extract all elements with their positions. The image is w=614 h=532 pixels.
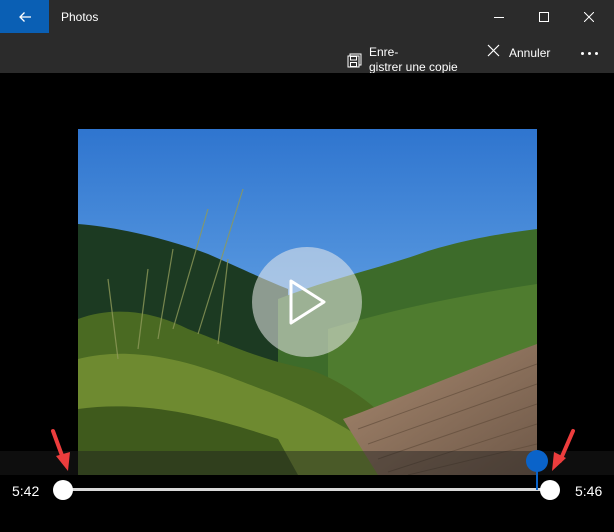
back-arrow-icon (18, 11, 31, 22)
close-icon (584, 11, 594, 22)
more-options-button[interactable] (574, 33, 604, 73)
more-icon-dot (587, 51, 591, 55)
play-button[interactable] (252, 247, 362, 357)
cancel-button[interactable]: Annuler (487, 33, 550, 73)
back-button[interactable] (0, 0, 49, 33)
start-time: 5:42 (12, 483, 40, 499)
more-icon (580, 51, 584, 55)
cancel-label: Annuler (509, 46, 551, 60)
title-bar: Photos (0, 0, 614, 33)
timeline-band (0, 451, 614, 475)
save-copy-label-line-2: gistrer une copie (369, 60, 458, 74)
app-title: Photos (61, 10, 99, 24)
command-bar: Enre-gistrer une copie Annuler (0, 33, 614, 75)
trim-bar (0, 475, 614, 510)
trim-end-handle[interactable] (540, 480, 560, 500)
minimize-icon (494, 16, 504, 18)
trim-track[interactable] (63, 488, 550, 491)
end-time: 5:46 (575, 483, 603, 499)
save-copy-button[interactable]: Enre-gistrer une copie (347, 35, 464, 75)
maximize-icon (539, 11, 549, 22)
close-window-button[interactable] (566, 0, 612, 33)
video-frame[interactable] (78, 129, 537, 475)
minimize-button[interactable] (476, 0, 522, 33)
play-icon (289, 279, 326, 325)
trim-start-handle[interactable] (53, 480, 73, 500)
save-copy-label: Enre-gistrer une copie (369, 45, 464, 75)
annotation-arrow-right (552, 429, 575, 471)
more-icon-dot (594, 51, 598, 55)
maximize-button[interactable] (521, 0, 567, 33)
cancel-icon (487, 44, 500, 62)
annotation-arrow-left (51, 429, 70, 471)
save-copy-label-line-1: Enre- (369, 45, 399, 59)
save-copy-icon (347, 53, 362, 73)
